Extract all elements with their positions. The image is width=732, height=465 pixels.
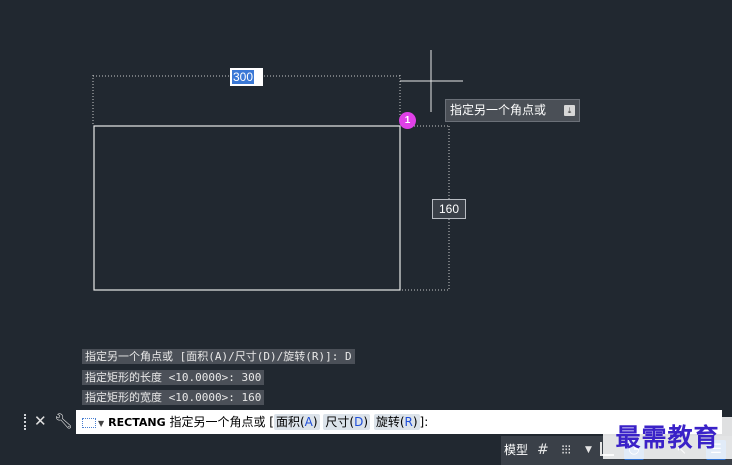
download-arrow-icon[interactable]: ⤓ [564,105,575,116]
point-marker: 1 [399,112,416,129]
close-icon[interactable]: ✕ [34,411,47,431]
command-name: RECTANG [108,416,166,429]
watermark-logo: 最需教育 [603,417,732,459]
rectangle-preview [93,125,401,291]
chevron-down-icon[interactable]: ▼ [98,419,104,428]
drawing-svg [92,50,463,291]
option-area[interactable]: 面积(A) [273,414,320,430]
command-prompt: 指定另一个角点或 [ [169,415,274,429]
prompt-tooltip: 指定另一个角点或 ⤓ [445,99,580,122]
option-rotation[interactable]: 旋转(R) [373,414,420,430]
snap-icon[interactable]: ⁝⁝⁝ [561,441,571,460]
model-tab[interactable]: 模型 [504,441,528,460]
wrench-icon[interactable]: 🔧︎ [54,411,73,431]
chevron-down-icon[interactable]: ▼ [585,441,592,460]
command-grip-handle[interactable] [24,414,30,430]
history-line-3: 指定矩形的宽度 <10.0000>: 160 [82,390,265,405]
command-end: ]: [419,415,429,429]
length-dynamic-input[interactable]: 300 [230,68,263,86]
tooltip-text: 指定另一个角点或 [450,103,547,117]
width-dimension-box[interactable]: 160 [432,199,466,219]
history-line-2: 指定矩形的长度 <10.0000>: 300 [82,370,265,385]
length-input-value: 300 [232,70,255,84]
option-dimensions[interactable]: 尺寸(D) [323,414,370,430]
rectangle-command-icon[interactable] [82,417,96,428]
drawing-canvas[interactable]: 300 1 指定另一个角点或 ⤓ 160 指定另一个角点或 [面积(A)/尺寸(… [0,0,732,408]
grid-icon[interactable]: # [537,441,549,460]
history-line-1: 指定另一个角点或 [面积(A)/尺寸(D)/旋转(R)]: D [82,349,355,364]
